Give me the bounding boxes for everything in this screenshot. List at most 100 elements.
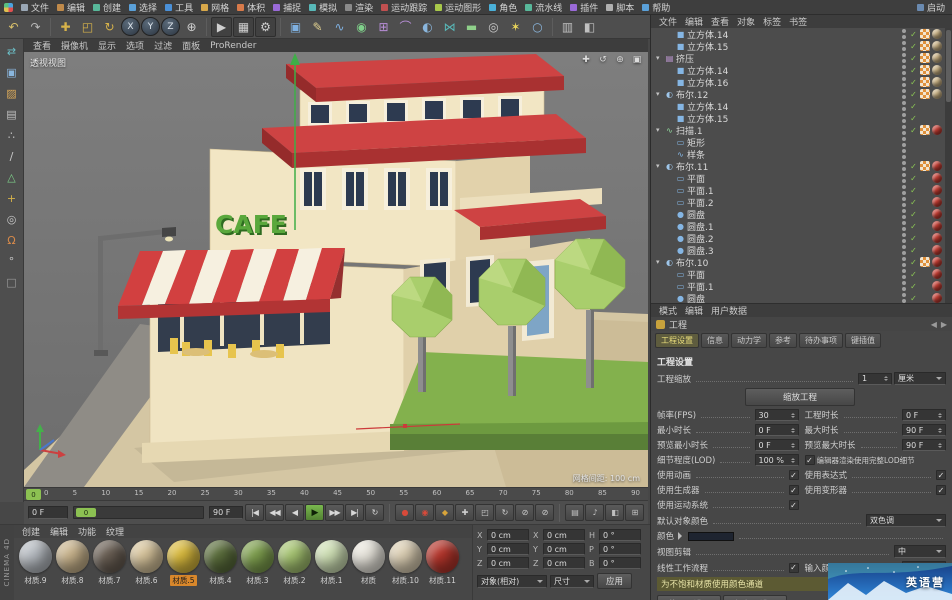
material-tag-icon[interactable] bbox=[932, 185, 942, 195]
visibility-dots[interactable] bbox=[902, 197, 907, 207]
enabled-check[interactable]: ✓ bbox=[909, 78, 918, 87]
size-mode-dropdown[interactable]: 尺寸 bbox=[550, 574, 594, 588]
object-row[interactable]: ● 圆盘 ✓ bbox=[651, 208, 952, 221]
position-field[interactable]: 0 cm bbox=[487, 543, 529, 555]
z-axis-lock-button[interactable]: Z bbox=[161, 17, 180, 36]
object-row[interactable]: ■ 立方体.16 ✓ bbox=[651, 76, 952, 89]
am-menu-item[interactable]: 模式 bbox=[655, 304, 681, 317]
project-time-field[interactable]: 0 F bbox=[902, 409, 946, 421]
frame-range-slider[interactable]: 0 bbox=[73, 506, 204, 519]
om-menu-item[interactable]: 对象 bbox=[733, 15, 759, 28]
object-row[interactable]: ▭ 平面.1 ✓ bbox=[651, 280, 952, 293]
use-animation-checkbox[interactable] bbox=[788, 470, 799, 480]
redo-button[interactable]: ↷ bbox=[25, 17, 46, 37]
material-menu-item[interactable]: 创建 bbox=[17, 525, 45, 538]
enabled-check[interactable]: ✓ bbox=[909, 66, 918, 75]
viewport-menu-item[interactable]: 面板 bbox=[178, 39, 204, 52]
am-menu-item[interactable]: 用户数据 bbox=[707, 304, 751, 317]
visibility-dots[interactable] bbox=[902, 173, 907, 183]
material-swatch[interactable]: 材质.10 bbox=[387, 540, 424, 586]
material-tag-icon[interactable] bbox=[932, 77, 942, 87]
enabled-check[interactable]: ✓ bbox=[909, 30, 918, 39]
record-param-button[interactable]: ⊘ bbox=[515, 504, 534, 521]
color-expand-icon[interactable] bbox=[678, 532, 686, 540]
record-scale-button[interactable]: ◰ bbox=[475, 504, 494, 521]
loop-button[interactable]: ↻ bbox=[365, 504, 384, 521]
menu-item[interactable]: 工具 bbox=[161, 0, 197, 15]
timeline-ruler[interactable]: 0 5 10 15 20 25 30 35 40 45 50 55 60 65 70 75 80 85 90 0 bbox=[24, 487, 648, 500]
material-swatch[interactable]: 材质.4 bbox=[202, 540, 239, 586]
fps-field[interactable]: 30 bbox=[754, 409, 799, 421]
object-row[interactable]: ● 圆盘.3 ✓ bbox=[651, 244, 952, 257]
menu-item[interactable]: 网格 bbox=[197, 0, 233, 15]
use-expressions-checkbox[interactable] bbox=[936, 470, 946, 480]
material-swatch[interactable]: 材质.5 bbox=[165, 540, 202, 586]
pen-tool-button[interactable]: ✎ bbox=[307, 17, 328, 37]
expand-toggle[interactable]: ▾ bbox=[656, 54, 664, 62]
model-mode-icon[interactable]: ▣ bbox=[2, 62, 22, 82]
object-row[interactable]: ▭ 平面 ✓ bbox=[651, 172, 952, 185]
expand-toggle[interactable]: ▾ bbox=[656, 162, 664, 170]
am-menu-item[interactable]: 编辑 bbox=[681, 304, 707, 317]
add-cube-button[interactable]: ▣ bbox=[285, 17, 306, 37]
om-menu-item[interactable]: 文件 bbox=[655, 15, 681, 28]
visibility-dots[interactable] bbox=[902, 53, 907, 63]
om-menu-item[interactable]: 书签 bbox=[785, 15, 811, 28]
rotation-field[interactable]: 0 ° bbox=[599, 557, 641, 569]
texture-tag-icon[interactable] bbox=[920, 65, 930, 75]
hud-icon[interactable]: ◧ bbox=[605, 504, 624, 521]
enable-axis-icon[interactable]: + bbox=[2, 188, 22, 208]
attribute-tab[interactable]: 信息 bbox=[701, 333, 729, 348]
menu-item[interactable]: 插件 bbox=[566, 0, 602, 15]
zoom-icon[interactable]: ⊕ bbox=[613, 54, 627, 66]
visibility-dots[interactable] bbox=[902, 29, 907, 39]
timeline-playhead[interactable]: 0 bbox=[26, 489, 41, 500]
object-row[interactable]: ▾ ◐ 布尔.10 ✓ bbox=[651, 256, 952, 269]
viewport-menu-item[interactable]: 显示 bbox=[94, 39, 120, 52]
object-row[interactable]: ▭ 矩形 bbox=[651, 136, 952, 149]
enabled-check[interactable]: ✓ bbox=[909, 258, 918, 267]
material-preview-sphere[interactable] bbox=[241, 540, 274, 573]
size-field[interactable]: 0 cm bbox=[543, 529, 585, 541]
use-deformers-checkbox[interactable] bbox=[936, 485, 946, 495]
material-tag-icon[interactable] bbox=[932, 89, 942, 99]
enabled-check[interactable]: ✓ bbox=[909, 210, 918, 219]
visibility-dots[interactable] bbox=[902, 65, 907, 75]
object-row[interactable]: ■ 立方体.14 ✓ bbox=[651, 28, 952, 41]
preview-max-field[interactable]: 90 F bbox=[902, 439, 946, 451]
visibility-dots[interactable] bbox=[902, 101, 907, 111]
enabled-check[interactable]: ✓ bbox=[909, 42, 918, 51]
promo-banner[interactable]: 英语营 bbox=[828, 563, 952, 600]
maximize-icon[interactable]: ▣ bbox=[630, 54, 644, 66]
striped-awning[interactable] bbox=[118, 248, 345, 319]
object-row[interactable]: ∿ 样条 bbox=[651, 148, 952, 161]
visibility-dots[interactable] bbox=[902, 77, 907, 87]
view-label[interactable]: 透视视图 bbox=[30, 56, 66, 69]
menu-item[interactable]: 选择 bbox=[125, 0, 161, 15]
current-frame-field[interactable]: 0 F bbox=[28, 506, 68, 519]
prev-key-button[interactable]: ◀◀ bbox=[265, 504, 284, 521]
visibility-dots[interactable] bbox=[902, 257, 907, 267]
load-preset-button[interactable]: 载入预设... bbox=[657, 595, 722, 600]
object-row[interactable]: ■ 立方体.15 ✓ bbox=[651, 112, 952, 125]
attribute-tab[interactable]: 工程设置 bbox=[655, 333, 699, 348]
texture-tag-icon[interactable] bbox=[920, 29, 930, 39]
sky-object-button[interactable]: ○ bbox=[527, 17, 548, 37]
expand-toggle[interactable]: ▾ bbox=[656, 90, 664, 98]
texture-tag-icon[interactable] bbox=[920, 89, 930, 99]
viewport-solo-icon[interactable]: ◎ bbox=[2, 209, 22, 229]
menu-item[interactable]: 文件 bbox=[17, 0, 53, 15]
next-frame-button[interactable]: ▶▶ bbox=[325, 504, 344, 521]
scale-tool[interactable]: ◰ bbox=[77, 17, 98, 37]
enabled-check[interactable]: ✓ bbox=[909, 246, 918, 255]
enabled-check[interactable]: ✓ bbox=[909, 102, 918, 111]
size-field[interactable]: 0 cm bbox=[543, 543, 585, 555]
material-preview-sphere[interactable] bbox=[426, 540, 459, 573]
enabled-check[interactable]: ✓ bbox=[909, 282, 918, 291]
floor-object-button[interactable]: ▬ bbox=[461, 17, 482, 37]
symmetry-button[interactable]: ⋈ bbox=[439, 17, 460, 37]
menu-item[interactable]: 捕捉 bbox=[269, 0, 305, 15]
attribute-tab[interactable]: 键插值 bbox=[845, 333, 881, 348]
bend-deformer-button[interactable]: ⌒ bbox=[395, 17, 416, 37]
visibility-dots[interactable] bbox=[902, 149, 907, 159]
